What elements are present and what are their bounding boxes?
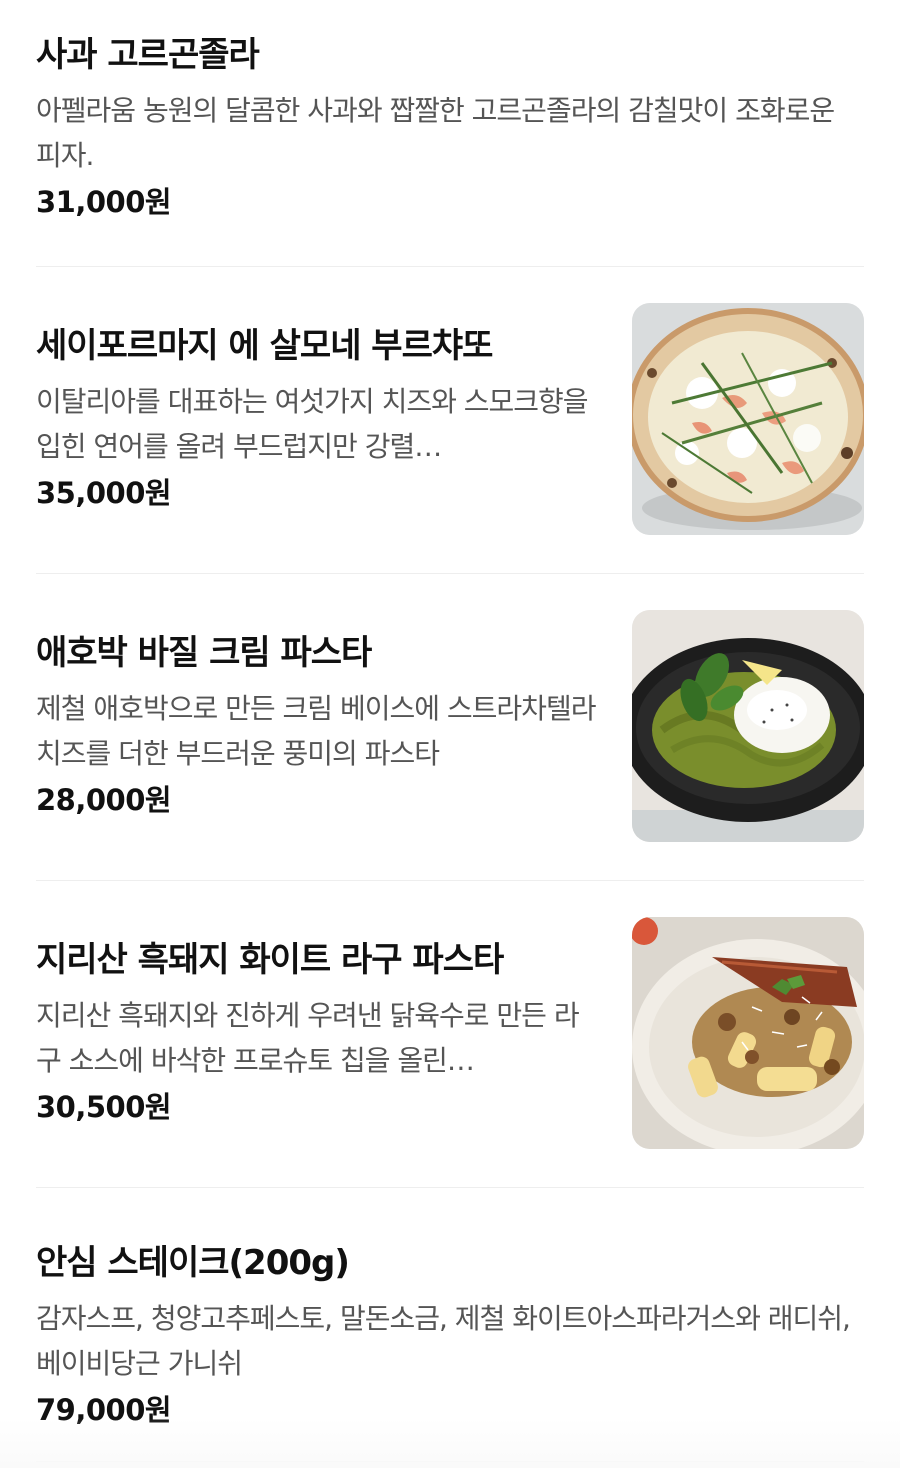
zucchini-pasta-photo[interactable] [632, 610, 864, 842]
menu-item-price: 28,000원 [36, 783, 172, 817]
menu-item-text: 세이포르마지 에 살모네 부르챠또 이탈리아를 대표하는 여섯가지 치즈와 스모… [36, 303, 601, 513]
menu-item-text: 지리산 흑돼지 화이트 라구 파스타 지리산 흑돼지와 진하게 우려낸 닭육수로… [36, 917, 601, 1127]
menu-item[interactable]: 지리산 흑돼지 화이트 라구 파스타 지리산 흑돼지와 진하게 우려낸 닭육수로… [36, 881, 864, 1188]
menu-item-price: 31,000원 [36, 185, 172, 219]
bottom-fade [0, 1418, 900, 1468]
menu-item-name: 애호박 바질 크림 파스타 [36, 633, 372, 673]
menu-item-price: 30,500원 [36, 1090, 172, 1124]
menu-item-name: 세이포르마지 에 살모네 부르챠또 [36, 326, 493, 366]
menu-item-name: 사과 고르곤졸라 [36, 35, 260, 75]
menu-item-text: 안심 스테이크(200g) 감자스프, 청양고추페스토, 말돈소금, 제철 화이… [36, 1242, 864, 1430]
menu-item-description: 이탈리아를 대표하는 여섯가지 치즈와 스모크향을 입힌 연어를 올려 부드럽지… [36, 385, 589, 463]
menu-item-description: 제철 애호박으로 만든 크림 베이스에 스트라차텔라 치즈를 더한 부드러운 풍… [36, 692, 596, 770]
menu-item-text: 사과 고르곤졸라 아펠라움 농원의 달콤한 사과와 짭짤한 고르곤졸라의 감칠맛… [36, 34, 864, 222]
menu-item-name: 안심 스테이크(200g) [36, 1243, 350, 1283]
salmon-pizza-photo[interactable] [632, 303, 864, 535]
zucchini-pasta-image [632, 610, 864, 842]
ragu-pasta-photo[interactable] [632, 917, 864, 1149]
ragu-pasta-image [632, 917, 864, 1149]
menu-item-description: 지리산 흑돼지와 진하게 우려낸 닭육수로 만든 라구 소스에 바삭한 프로슈토… [36, 999, 580, 1077]
menu-item-text: 애호박 바질 크림 파스타 제철 애호박으로 만든 크림 베이스에 스트라차텔라… [36, 610, 601, 820]
salmon-pizza-image [632, 303, 864, 535]
menu-item-price: 35,000원 [36, 476, 172, 510]
menu-item-description: 감자스프, 청양고추페스토, 말돈소금, 제철 화이트아스파라거스와 래디쉬, … [36, 1302, 851, 1380]
menu-item[interactable]: 사과 고르곤졸라 아펠라움 농원의 달콤한 사과와 짭짤한 고르곤졸라의 감칠맛… [36, 0, 864, 267]
menu-item[interactable]: 세이포르마지 에 살모네 부르챠또 이탈리아를 대표하는 여섯가지 치즈와 스모… [36, 267, 864, 574]
menu-item-name: 지리산 흑돼지 화이트 라구 파스타 [36, 940, 504, 980]
menu-item-description: 아펠라움 농원의 달콤한 사과와 짭짤한 고르곤졸라의 감칠맛이 조화로운 피자… [36, 94, 835, 172]
menu-item[interactable]: 애호박 바질 크림 파스타 제철 애호박으로 만든 크림 베이스에 스트라차텔라… [36, 574, 864, 881]
menu-list: 사과 고르곤졸라 아펠라움 농원의 달콤한 사과와 짭짤한 고르곤졸라의 감칠맛… [36, 0, 864, 1462]
